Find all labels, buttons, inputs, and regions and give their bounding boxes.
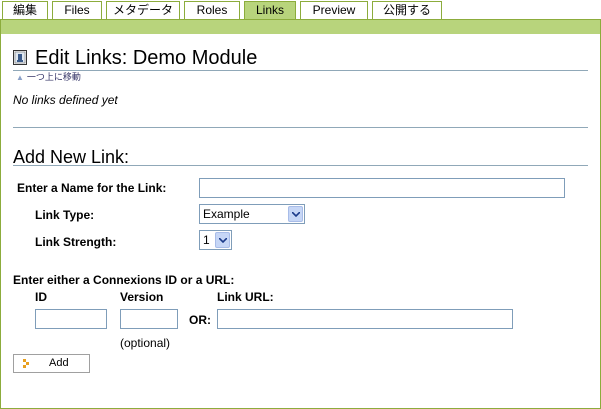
up-one-level-link[interactable]: ▲ 一つ上に移動 (16, 72, 81, 83)
add-button-label: Add (49, 357, 69, 369)
id-or-url-label: Enter either a Connexions ID or a URL: (13, 273, 235, 287)
section-divider (13, 127, 588, 128)
id-input[interactable] (35, 309, 107, 329)
up-arrow-icon: ▲ (16, 73, 24, 82)
link-strength-label: Link Strength: (35, 235, 117, 249)
tab-preview[interactable]: Preview (300, 1, 368, 20)
no-links-message: No links defined yet (13, 93, 118, 107)
version-input[interactable] (120, 309, 178, 329)
version-label: Version (120, 290, 164, 304)
add-button[interactable]: Add (13, 354, 90, 373)
chevron-down-icon (215, 232, 230, 248)
link-strength-value: 1 (203, 233, 210, 247)
tab-edit[interactable]: 編集 (2, 1, 48, 20)
link-url-input[interactable] (217, 309, 513, 329)
link-type-select[interactable]: Example (199, 204, 305, 224)
title-divider (13, 70, 588, 71)
up-one-level-label: 一つ上に移動 (26, 72, 81, 82)
or-label: OR: (189, 313, 211, 327)
tab-roles[interactable]: Roles (184, 1, 240, 20)
page-title: Edit Links: Demo Module (35, 47, 258, 69)
tab-publish[interactable]: 公開する (372, 1, 442, 20)
optional-note: (optional) (120, 336, 171, 350)
link-type-value: Example (203, 207, 250, 221)
tab-bar: 編集 Files メタデータ Roles Links Preview 公開する (0, 0, 601, 20)
add-link-divider (13, 165, 588, 166)
chevron-down-icon (288, 206, 303, 222)
add-icon (23, 359, 29, 368)
link-name-label: Enter a Name for the Link: (17, 181, 167, 195)
module-icon (13, 50, 27, 65)
tab-links[interactable]: Links (244, 1, 296, 20)
link-url-label: Link URL: (217, 290, 274, 304)
link-name-input[interactable] (199, 178, 565, 198)
id-label: ID (35, 290, 47, 304)
tab-metadata[interactable]: メタデータ (106, 1, 180, 20)
tab-files[interactable]: Files (52, 1, 102, 20)
link-strength-select[interactable]: 1 (199, 230, 232, 250)
link-type-label: Link Type: (35, 208, 95, 222)
